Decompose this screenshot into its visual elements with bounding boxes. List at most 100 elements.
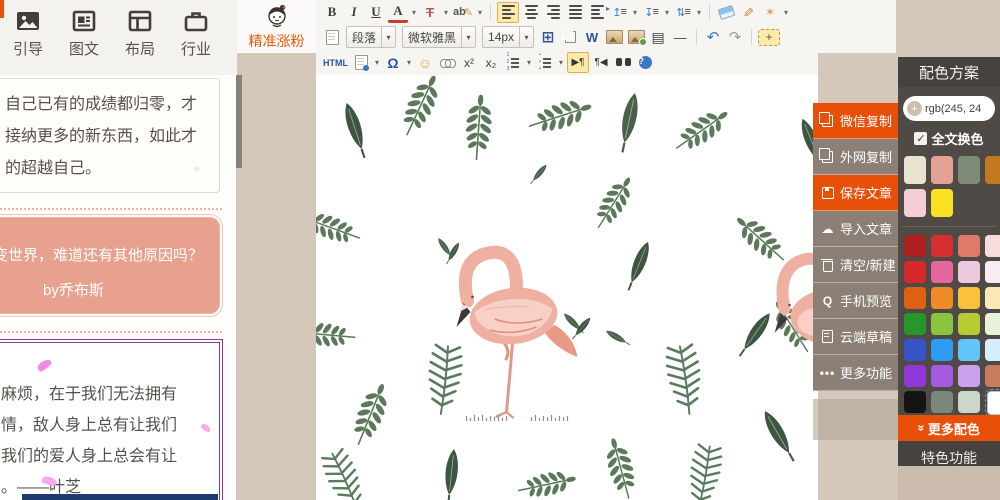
color-swatch[interactable] <box>904 365 926 387</box>
caret-down-icon[interactable]: ▾ <box>663 8 671 17</box>
redo-button[interactable]: ↷ <box>725 28 745 47</box>
text-direction-rtl-button[interactable]: ¶◀ <box>591 53 611 72</box>
tab-article[interactable]: 图文 <box>56 0 112 59</box>
mobile-preview-button[interactable]: Q手机预览 <box>813 283 898 319</box>
insert-video-button[interactable]: ▤ <box>648 28 668 47</box>
caret-down-icon[interactable]: ▾ <box>525 58 533 67</box>
color-swatch[interactable] <box>931 313 953 335</box>
caret-down-icon[interactable]: ▾ <box>442 8 450 17</box>
caret-down-icon[interactable]: ▾ <box>695 8 703 17</box>
format-brush-button[interactable]: ✎ <box>739 2 758 22</box>
insert-table-button[interactable]: ⊞ <box>538 28 558 47</box>
special-character-button[interactable]: Ω <box>383 53 403 72</box>
tab-layout[interactable]: 布局 <box>112 0 168 59</box>
subscript-button[interactable]: x₂ <box>481 53 501 72</box>
cloud-draft-button[interactable]: 云端草稿 <box>813 319 898 355</box>
checkbox-checked-icon[interactable]: ✓ <box>914 132 927 145</box>
align-right-button[interactable] <box>543 3 563 22</box>
caret-down-icon[interactable]: ▾ <box>405 58 413 67</box>
color-swatch[interactable] <box>958 391 980 413</box>
external-copy-button[interactable]: 外网复制 <box>813 139 898 175</box>
color-swatch[interactable] <box>904 156 926 184</box>
import-word-button[interactable]: W <box>582 28 602 47</box>
undo-button[interactable]: ↶ <box>703 28 723 47</box>
color-swatch[interactable] <box>904 339 926 361</box>
html-source-button[interactable]: HTML <box>322 53 349 72</box>
tab-industry[interactable]: 行业 <box>168 0 224 59</box>
paragraph-format-select[interactable]: 段落▾ <box>346 26 396 48</box>
wechat-copy-button[interactable]: 微信复制 <box>813 103 898 139</box>
caret-down-icon[interactable]: ▾ <box>410 8 418 17</box>
color-value-input[interactable]: + rgb(245, 24 <box>903 96 995 121</box>
clear-new-button[interactable]: 清空/新建 <box>813 247 898 283</box>
tab-fans-growth[interactable]: 精准涨粉 <box>237 0 316 53</box>
help-button[interactable]: ? <box>635 53 655 72</box>
color-swatch[interactable] <box>931 261 953 283</box>
import-article-button[interactable]: ☁导入文章 <box>813 211 898 247</box>
magic-wand-button[interactable]: ✶ <box>760 3 780 22</box>
tab-guide[interactable]: 引导 <box>0 0 56 59</box>
color-swatch[interactable] <box>985 365 1000 387</box>
strikethrough-button[interactable]: T <box>420 3 440 22</box>
ordered-list-button[interactable]: 1 2 3 <box>503 53 523 72</box>
template-card-quote-1[interactable]: 自己已有的成绩都归零，才 接纳更多的新东西，如此才 的超越自己。 <box>0 78 220 193</box>
color-swatch[interactable] <box>931 156 953 184</box>
font-color-button[interactable]: A <box>388 1 408 23</box>
color-swatch[interactable] <box>958 261 980 283</box>
insert-hr-button[interactable]: — <box>670 28 690 47</box>
color-swatch[interactable] <box>904 189 926 217</box>
indent-button[interactable]: ▸ <box>587 3 607 22</box>
more-functions-button[interactable]: •••更多功能 <box>813 355 898 391</box>
featured-functions-bar[interactable]: 特色功能 <box>898 441 1000 466</box>
sidebar-scrollbar-thumb[interactable] <box>236 75 242 168</box>
editor-canvas[interactable] <box>316 75 818 500</box>
template-card-quote-2[interactable]: 变世界，难道还有其他原因吗？ by乔布斯 <box>0 217 220 314</box>
color-swatch[interactable] <box>931 339 953 361</box>
color-swatch[interactable] <box>931 235 953 257</box>
color-swatch[interactable] <box>904 313 926 335</box>
superscript-button[interactable]: x² <box>459 53 479 72</box>
color-swatch[interactable] <box>985 287 1000 309</box>
line-height-button[interactable]: ↧≡ <box>641 3 661 22</box>
color-swatch[interactable] <box>931 365 953 387</box>
find-replace-button[interactable] <box>613 53 633 72</box>
insert-images-button[interactable] <box>626 28 646 47</box>
color-swatch[interactable] <box>904 235 926 257</box>
template-card-quote-3[interactable]: 麻烦，在于我们无法拥有 情，敌人身上总有让我们 我们的爱人身上总会有让 。——叶… <box>0 342 220 500</box>
insert-link-button[interactable] <box>437 53 457 72</box>
align-center-button[interactable] <box>521 3 541 22</box>
italic-button[interactable]: I <box>344 3 364 22</box>
caret-down-icon[interactable]: ▾ <box>631 8 639 17</box>
color-swatch[interactable] <box>904 261 926 283</box>
fullscreen-toggle-button[interactable]: + <box>758 29 780 46</box>
new-document-button[interactable] <box>322 28 342 47</box>
paragraph-spacing-button[interactable]: ↥≡ <box>609 3 629 22</box>
color-swatch[interactable] <box>985 339 1000 361</box>
color-swatch[interactable] <box>985 261 1000 283</box>
color-swatch[interactable] <box>958 156 980 184</box>
color-swatch[interactable] <box>904 287 926 309</box>
color-swatch[interactable] <box>985 235 1000 257</box>
more-colors-button[interactable]: » 更多配色 <box>898 415 1000 441</box>
color-swatch[interactable] <box>931 287 953 309</box>
bullet-list-button[interactable]: • • • <box>535 53 555 72</box>
justify-button[interactable] <box>565 3 585 22</box>
format-eraser-button[interactable] <box>716 3 736 22</box>
caret-down-icon[interactable]: ▾ <box>557 58 565 67</box>
template-page-button[interactable] <box>351 53 371 72</box>
align-left-button[interactable] <box>497 2 519 23</box>
letter-spacing-button[interactable]: ⇅≡ <box>673 3 693 22</box>
insert-image-button[interactable] <box>604 28 624 47</box>
color-swatch[interactable] <box>985 313 1000 335</box>
color-swatch[interactable] <box>931 189 953 217</box>
caret-down-icon[interactable]: ▾ <box>373 58 381 67</box>
color-swatch[interactable] <box>904 391 926 413</box>
save-article-button[interactable]: 保存文章 <box>813 175 898 211</box>
full-text-recolor-toggle[interactable]: ✓ 全文换色 <box>898 129 1000 148</box>
color-swatch[interactable] <box>958 287 980 309</box>
sidebar-scrollbar-track[interactable] <box>236 75 242 500</box>
caret-down-icon[interactable]: ▾ <box>782 8 790 17</box>
underline-button[interactable]: U <box>366 3 386 22</box>
emoji-button[interactable]: ☺ <box>415 53 435 72</box>
color-swatch[interactable] <box>958 339 980 361</box>
